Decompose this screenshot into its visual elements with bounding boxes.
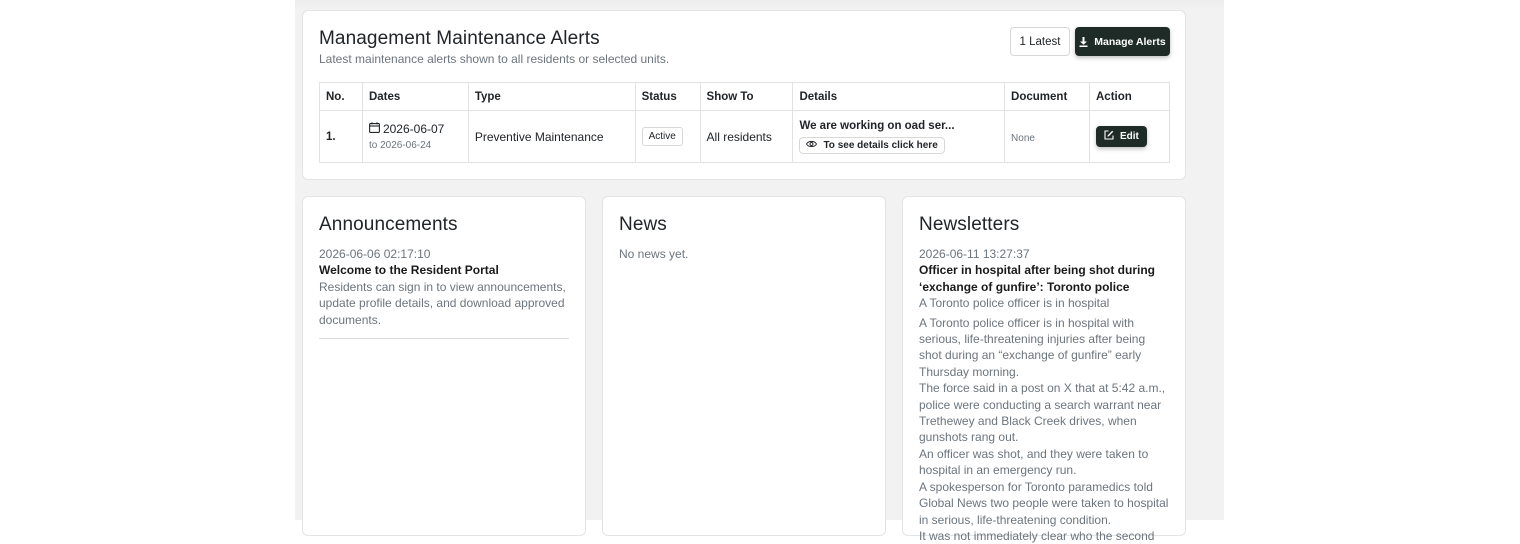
newsletter-paragraph: An officer was shot, and they were taken… [919,446,1149,478]
manage-alerts-button[interactable]: Manage Alerts [1075,27,1170,56]
column-header-action: Action [1089,82,1170,111]
newsletter-timestamp: 2026-06-11 13:27:37 [919,247,1030,261]
announcement-headline: Welcome to the Resident Portal [319,263,499,278]
manage-alerts-label: Manage Alerts [1094,35,1166,48]
date-start-value: 2026-06-07 [382,122,445,136]
announcement-body: Residents can sign in to view announceme… [319,279,566,327]
cell-action: Edit [1089,110,1170,163]
latest-count-button[interactable]: 1 Latest [1010,27,1070,56]
alerts-table: No. Dates Type Status Show To Details Do… [319,82,1170,163]
cell-type: Preventive Maintenance [467,110,636,163]
news-card: News No news yet. [602,196,886,536]
column-header-document: Document [1004,82,1090,111]
date-start: 2026-06-07 [369,122,462,136]
announcements-title: Announcements [319,214,458,235]
top-shadow [295,0,1224,10]
newsletter-paragraph: A Toronto police officer is in hospital … [919,315,1146,379]
date-end: to 2026-06-24 [368,140,432,151]
news-title: News [619,214,667,235]
cell-no: 1. [319,110,363,163]
page-shell: Management Maintenance Alerts Latest mai… [295,0,1224,543]
newsletter-item: 2026-06-11 13:27:37 Officer in hospital … [919,246,1169,544]
table-header-row: No. Dates Type Status Show To Details Do… [319,82,1170,111]
newsletter-paragraph: The force said in a post on X that at 5:… [919,381,1166,445]
announcements-card: Announcements 2026-06-06 02:17:10 Welcom… [302,196,586,536]
alerts-subtitle: Latest maintenance alerts shown to all r… [319,52,670,66]
details-link-button[interactable]: To see details click here [799,136,945,154]
details-title: We are working on oad ser... [799,119,955,132]
newsletter-text: A Toronto police officer is in hospital … [919,315,1169,544]
newsletter-summary: A Toronto police officer is in hospital [919,296,1110,311]
document-value: None [1011,132,1035,144]
newsletter-paragraph: A spokesperson for Toronto paramedics to… [919,479,1169,527]
alerts-title: Management Maintenance Alerts [319,28,600,49]
newsletter-headline: Officer in hospital after being shot dur… [919,263,1156,294]
column-header-status: Status [634,82,701,111]
newsletters-card: Newsletters 2026-06-11 13:27:37 Officer … [902,196,1186,543]
eye-icon [806,140,818,151]
calendar-icon [369,122,380,136]
details-link-label: To see details click here [823,139,938,151]
column-header-show-to: Show To [699,82,794,111]
column-header-dates: Dates [361,82,469,111]
column-header-details: Details [792,82,1006,111]
announcement-timestamp: 2026-06-06 02:17:10 [319,247,431,261]
cell-status: Active [634,110,701,163]
download-icon [1079,36,1088,47]
cell-details: We are working on oad ser... To see deta… [792,110,1006,163]
edit-label: Edit [1120,131,1139,142]
newsletters-title: Newsletters [919,214,1020,235]
announcement-divider [319,338,569,340]
cell-dates: 2026-06-07 to 2026-06-24 [361,110,469,163]
announcement-item: 2026-06-06 02:17:10 Welcome to the Resid… [319,246,569,340]
column-header-no: No. [319,82,363,111]
edit-icon [1104,130,1114,143]
cell-show-to: All residents [699,110,794,163]
edit-button[interactable]: Edit [1096,126,1147,147]
status-badge: Active [641,127,683,146]
newsletter-paragraph: It was not immediately clear who the sec… [919,528,1155,543]
table-row: 1. 2026-06-07 to 2026-06-24 Preventive M… [319,110,1170,163]
cell-document: None [1004,110,1090,163]
maintenance-alerts-card: Management Maintenance Alerts Latest mai… [302,10,1186,180]
news-empty-text: No news yet. [619,247,689,261]
column-header-type: Type [467,82,636,111]
